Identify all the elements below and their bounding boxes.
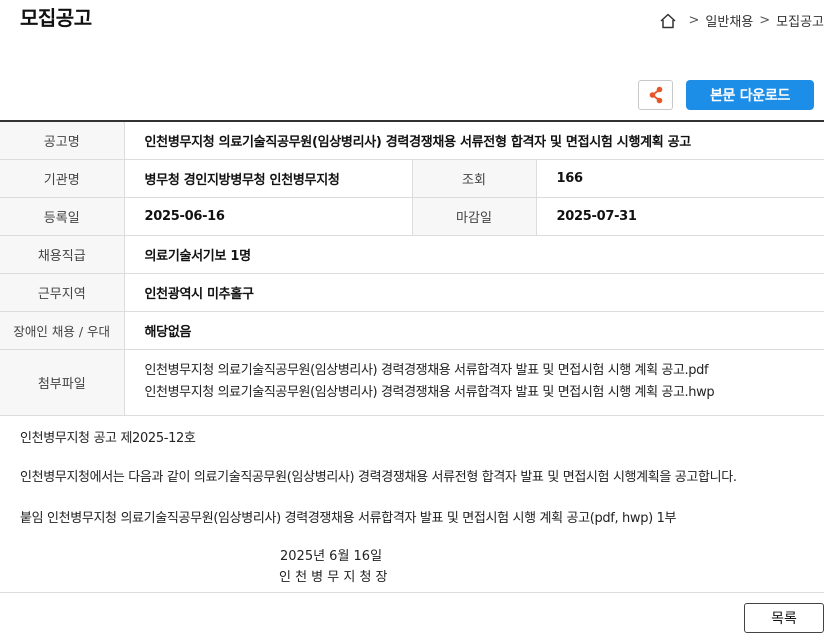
grade-label: 채용직급	[0, 235, 125, 274]
breadcrumb-separator: >	[688, 13, 700, 28]
deadline-value: 2025-07-31	[536, 197, 824, 236]
table-row: 장애인 채용 / 우대 해당없음	[0, 311, 824, 350]
attachment-note: 붙임 인천병무지청 의료기술직공무원(임상병리사) 경력경쟁채용 서류합격자 발…	[20, 511, 677, 526]
divider	[0, 592, 824, 593]
region-label: 근무지역	[0, 273, 125, 312]
breadcrumb: > 일반채용 > 모집공고	[659, 11, 824, 30]
region-value: 인천광역시 미추홀구	[124, 273, 824, 312]
share-button[interactable]	[638, 80, 673, 110]
views-value: 166	[536, 159, 824, 198]
page-title: 모집공고	[20, 6, 92, 30]
home-icon[interactable]	[659, 12, 677, 30]
title-value: 인천병무지청 의료기술직공무원(임상병리사) 경력경쟁채용 서류전형 합격자 및…	[124, 121, 824, 160]
breadcrumb-item-recruitment[interactable]: 모집공고	[776, 11, 824, 30]
notice-signature: 인 천 병 무 지 청 장	[279, 570, 388, 585]
notice-date: 2025년 6월 16일	[280, 549, 383, 564]
notice-info-table: 공고명 인천병무지청 의료기술직공무원(임상병리사) 경력경쟁채용 서류전형 합…	[0, 120, 824, 416]
list-button[interactable]: 목록	[744, 603, 824, 633]
notice-paragraph: 인천병무지청에서는 다음과 같이 의료기술직공무원(임상병리사) 경력경쟁채용 …	[20, 470, 737, 485]
org-label: 기관명	[0, 159, 125, 198]
disabled-hire-value: 해당없음	[124, 311, 824, 350]
breadcrumb-item-general-hire[interactable]: 일반채용	[705, 11, 753, 30]
table-row: 근무지역 인천광역시 미추홀구	[0, 273, 824, 312]
breadcrumb-separator: >	[759, 13, 771, 28]
table-row: 기관명 병무청 경인지방병무청 인천병무지청 조회 166	[0, 159, 824, 198]
download-body-button[interactable]: 본문 다운로드	[686, 80, 814, 110]
deadline-label: 마감일	[411, 197, 537, 236]
table-row: 채용직급 의료기술서기보 1명	[0, 235, 824, 274]
table-row: 공고명 인천병무지청 의료기술직공무원(임상병리사) 경력경쟁채용 서류전형 합…	[0, 121, 824, 160]
disabled-hire-label: 장애인 채용 / 우대	[0, 311, 125, 350]
reg-date-label: 등록일	[0, 197, 125, 236]
attachment-link-pdf[interactable]: 인천병무지청 의료기술직공무원(임상병리사) 경력경쟁채용 서류합격자 발표 및…	[145, 360, 824, 382]
grade-value: 의료기술서기보 1명	[124, 235, 824, 274]
org-value: 병무청 경인지방병무청 인천병무지청	[124, 159, 412, 198]
reg-date-value: 2025-06-16	[124, 197, 412, 236]
attachment-link-hwp[interactable]: 인천병무지청 의료기술직공무원(임상병리사) 경력경쟁채용 서류합격자 발표 및…	[145, 382, 824, 404]
table-row: 등록일 2025-06-16 마감일 2025-07-31	[0, 197, 824, 236]
share-icon	[649, 86, 662, 104]
views-label: 조회	[411, 159, 537, 198]
title-label: 공고명	[0, 121, 125, 160]
table-row: 첨부파일 인천병무지청 의료기술직공무원(임상병리사) 경력경쟁채용 서류합격자…	[0, 349, 824, 416]
attachment-list: 인천병무지청 의료기술직공무원(임상병리사) 경력경쟁채용 서류합격자 발표 및…	[124, 349, 824, 416]
attachment-label: 첨부파일	[0, 349, 125, 416]
notice-number: 인천병무지청 공고 제2025-12호	[20, 431, 196, 446]
